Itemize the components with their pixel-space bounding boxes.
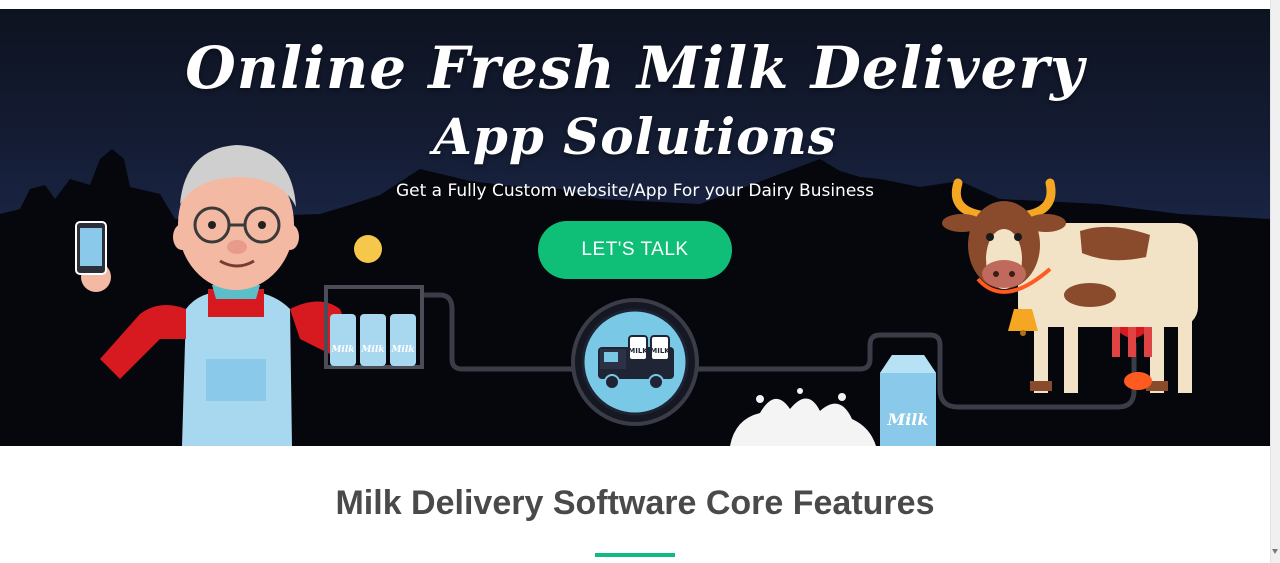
bottle-label-2: Milk [360, 345, 384, 355]
bottle-label-3: Milk [390, 345, 414, 355]
milk-carton-icon: Milk [880, 355, 936, 446]
hero-title-line1: Online Fresh Milk Delivery [185, 34, 1085, 102]
hero-title-line2: App Solutions [433, 107, 837, 166]
title-underline-divider [595, 553, 675, 557]
carton-label: Milk [887, 410, 929, 429]
lets-talk-button[interactable]: LET'S TALK [538, 221, 732, 279]
delivery-truck-icon: MILK MILK [571, 298, 699, 426]
bottle-label-1: Milk [330, 345, 354, 355]
truck-crate-label-2: MILK [650, 347, 670, 355]
hero-subtitle: Get a Fully Custom website/App For your … [395, 181, 875, 201]
top-strip [0, 0, 1270, 9]
truck-crate-label: MILK [628, 347, 648, 355]
smartphone-icon [75, 221, 107, 275]
vertical-scrollbar[interactable] [1270, 0, 1280, 563]
hero-banner: MILK MILK Milk Milk Milk Milk Online Fre… [0, 9, 1270, 446]
scroll-down-arrow-icon[interactable] [1272, 549, 1278, 554]
features-section-title: Milk Delivery Software Core Features [335, 484, 935, 522]
